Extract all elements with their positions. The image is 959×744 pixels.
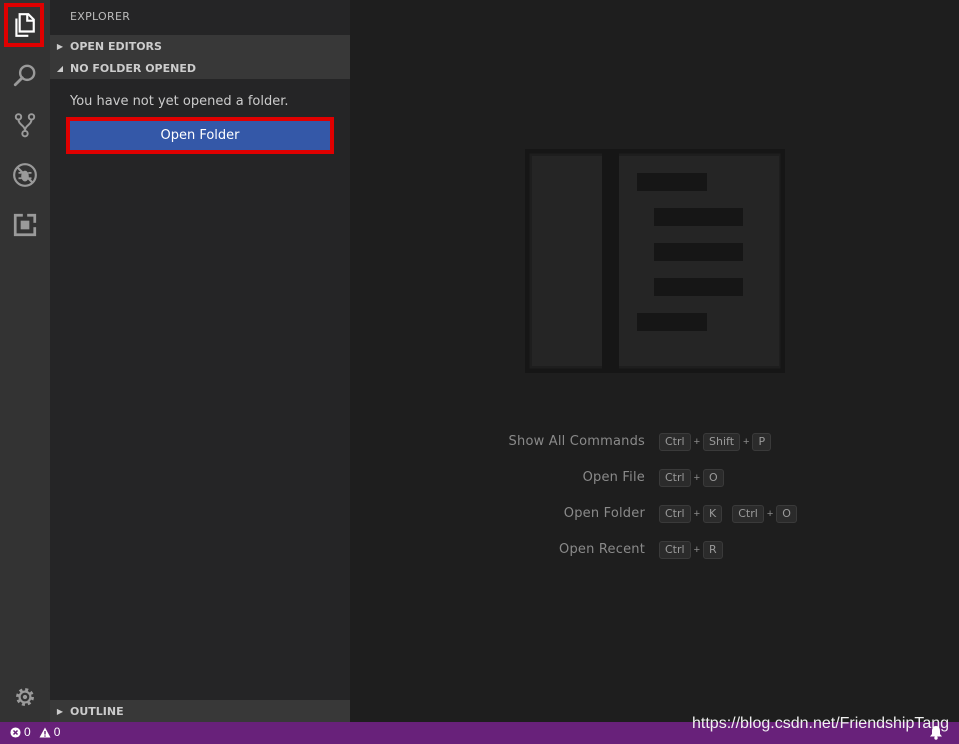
plus-sign: + xyxy=(693,508,701,520)
warning-count: 0 xyxy=(53,725,61,739)
problems-indicator[interactable]: 0 0 xyxy=(10,725,68,739)
watermark-text: https://blog.csdn.net/FriendshipTang xyxy=(692,715,950,732)
key: K xyxy=(703,505,723,523)
shortcut-keys: Ctrl + K Ctrl + O xyxy=(659,505,797,523)
error-count: 0 xyxy=(24,725,31,739)
key: Ctrl xyxy=(659,541,691,559)
key: Ctrl xyxy=(659,433,691,451)
key: Ctrl xyxy=(732,505,764,523)
source-control-button[interactable] xyxy=(0,100,50,150)
plus-sign: + xyxy=(743,436,750,448)
shortcut-keys: Ctrl + R xyxy=(659,541,723,559)
key: Ctrl xyxy=(659,469,691,487)
bell-icon[interactable] xyxy=(929,725,943,740)
vscode-watermark-logo xyxy=(525,149,785,373)
shortcut-keys: Ctrl + O xyxy=(659,469,724,487)
search-icon xyxy=(13,64,36,87)
gear-icon xyxy=(16,688,34,706)
shortcut-row[interactable]: Open Recent Ctrl + R xyxy=(350,538,959,562)
chevron-right-icon: ▶ xyxy=(56,706,64,716)
debug-button[interactable] xyxy=(0,150,50,200)
section-outline-label: OUTLINE xyxy=(70,704,124,718)
files-icon xyxy=(15,13,35,37)
search-button[interactable] xyxy=(0,50,50,100)
section-open-editors-label: OPEN EDITORS xyxy=(70,39,162,53)
status-bar: 0 0 https://blog.csdn.net/FriendshipTang xyxy=(0,715,959,744)
shortcut-label: Open Folder xyxy=(563,506,645,521)
shortcut-row[interactable]: Open Folder Ctrl + K Ctrl + O xyxy=(350,502,959,526)
sidebar-title: EXPLORER xyxy=(70,10,131,23)
key: Shift xyxy=(703,433,741,451)
chevron-right-icon: ▶ xyxy=(56,41,64,51)
error-icon xyxy=(10,726,21,738)
plus-sign: + xyxy=(693,472,701,484)
shortcut-row[interactable]: Show All Commands Ctrl + Shift + P xyxy=(350,430,959,454)
plus-sign: + xyxy=(693,436,701,448)
key: O xyxy=(776,505,797,523)
key: Ctrl xyxy=(659,505,691,523)
plus-sign: + xyxy=(766,508,774,520)
debug-icon xyxy=(13,163,37,187)
explorer-button[interactable] xyxy=(4,3,44,47)
editor-area: Show All Commands Ctrl + Shift + P Open … xyxy=(350,0,959,722)
key: P xyxy=(752,433,772,451)
manage-button[interactable] xyxy=(0,672,50,722)
key: O xyxy=(703,469,724,487)
section-no-folder[interactable]: ◢ NO FOLDER OPENED xyxy=(50,57,350,79)
explorer-sidebar: EXPLORER ▶ OPEN EDITORS ◢ NO FOLDER OPEN… xyxy=(50,0,350,722)
section-open-editors[interactable]: ▶ OPEN EDITORS xyxy=(50,35,350,57)
shortcut-label: Show All Commands xyxy=(508,434,645,449)
source-control-icon xyxy=(14,113,36,138)
activity-bar xyxy=(0,0,50,722)
extensions-button[interactable] xyxy=(0,200,50,250)
warning-icon xyxy=(39,727,51,737)
section-no-folder-label: NO FOLDER OPENED xyxy=(70,61,196,75)
open-folder-button[interactable]: Open Folder xyxy=(66,117,334,154)
extensions-icon xyxy=(13,213,37,237)
chevron-down-icon: ◢ xyxy=(56,63,64,73)
shortcut-label: Open File xyxy=(582,470,645,485)
vscode-window: EXPLORER ▶ OPEN EDITORS ◢ NO FOLDER OPEN… xyxy=(0,0,959,744)
shortcut-keys: Ctrl + Shift + P xyxy=(659,433,772,451)
key: R xyxy=(703,541,723,559)
empty-folder-message: You have not yet opened a folder. xyxy=(70,94,289,109)
shortcut-label: Open Recent xyxy=(559,542,645,557)
shortcut-row[interactable]: Open File Ctrl + O xyxy=(350,466,959,490)
plus-sign: + xyxy=(693,544,701,556)
section-outline[interactable]: ▶ OUTLINE xyxy=(50,700,350,722)
